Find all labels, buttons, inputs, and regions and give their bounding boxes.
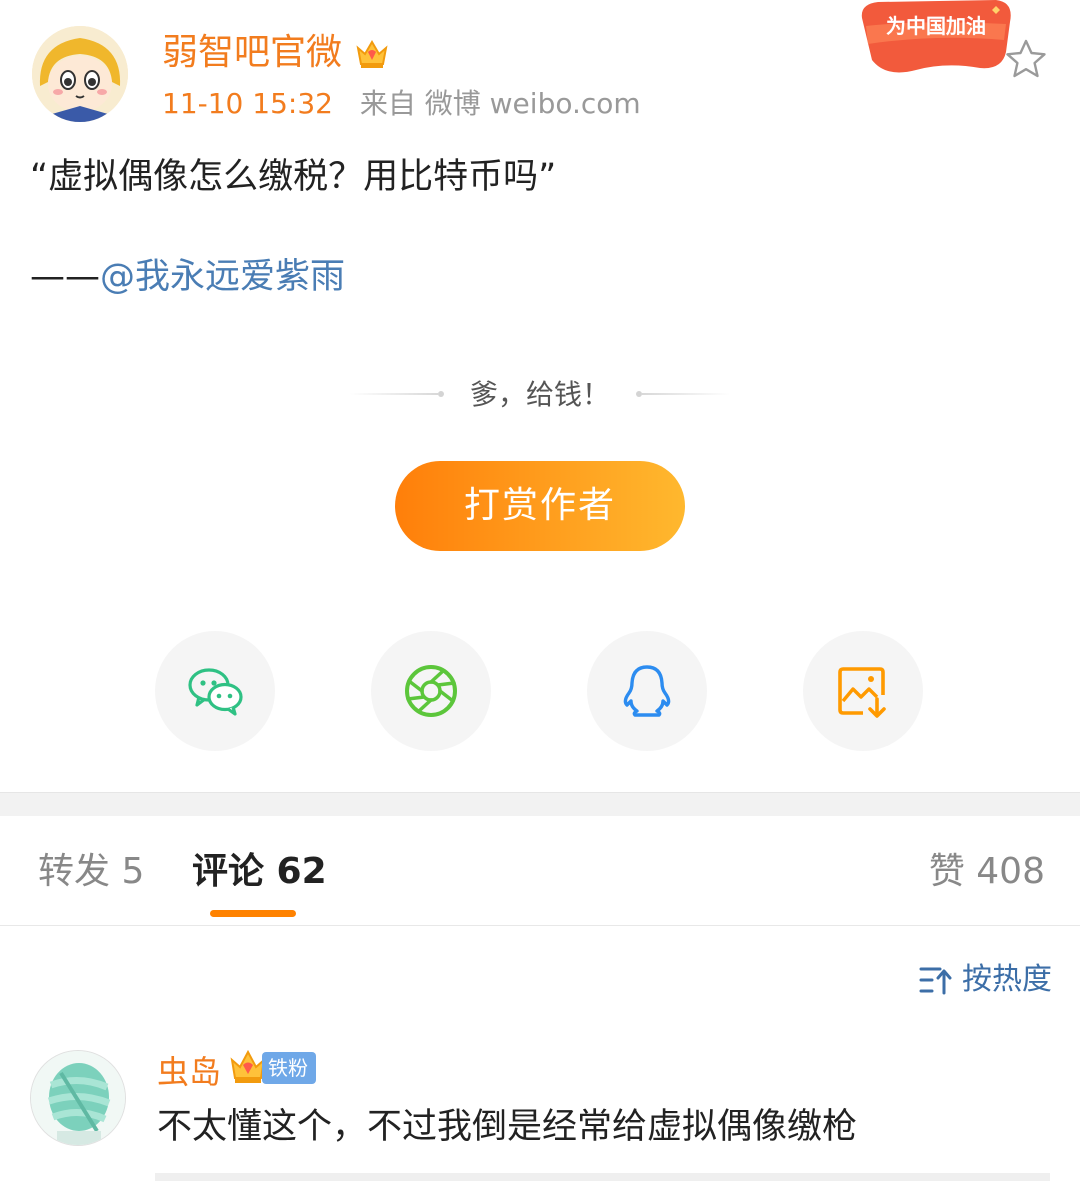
campaign-badge-label: 为中国加油	[886, 14, 986, 38]
section-separator	[0, 792, 1080, 816]
sort-label: 按热度	[962, 962, 1052, 997]
reward-author-button[interactable]: 打赏作者	[395, 461, 685, 551]
save-image-icon	[838, 667, 886, 718]
comment-item: 虫岛 铁粉 不太懂这个，不过我倒是经常给虚拟偶像缴枪	[0, 1040, 1080, 1181]
divider-line-right	[642, 393, 730, 395]
credit-dash: ——	[30, 257, 100, 297]
favorite-star-icon[interactable]	[1004, 38, 1048, 80]
author-name[interactable]: 弱智吧官微	[162, 30, 342, 76]
reward-slogan-divider: 爹，给钱！	[350, 370, 730, 420]
commenter-avatar[interactable]	[30, 1050, 126, 1146]
comment-reply-area	[155, 1173, 1050, 1181]
share-moments-button[interactable]	[371, 631, 491, 751]
post-source: 来自 微博 weibo.com	[359, 87, 641, 120]
wechat-icon	[188, 668, 243, 716]
tab-likes[interactable]: 赞 408	[929, 850, 1045, 894]
author-avatar[interactable]	[32, 26, 128, 122]
commenter-name[interactable]: 虫岛	[157, 1052, 221, 1092]
post-header: 弱智吧官微 11-10 15:32 来自 微博 weibo.com 为中国加油	[0, 0, 1080, 130]
tab-comments[interactable]: 评论 62	[192, 850, 327, 894]
save-image-button[interactable]	[803, 631, 923, 751]
comment-text: 不太懂这个，不过我倒是经常给虚拟偶像缴枪	[157, 1107, 858, 1147]
moments-aperture-icon	[405, 665, 457, 717]
reward-slogan: 爹，给钱！	[469, 378, 610, 411]
active-tab-indicator	[210, 910, 296, 917]
qq-penguin-icon	[623, 665, 671, 717]
share-qq-button[interactable]	[587, 631, 707, 751]
post-meta: 11-10 15:32 来自 微博 weibo.com	[162, 86, 641, 122]
mention-link[interactable]: @我永远爱紫雨	[100, 257, 345, 297]
share-wechat-button[interactable]	[155, 631, 275, 751]
post-text: “虚拟偶像怎么缴税？用比特币吗”	[30, 157, 557, 197]
fan-level-badge: 铁粉	[262, 1052, 316, 1084]
sort-icon	[919, 967, 952, 995]
tab-reposts[interactable]: 转发 5	[38, 850, 144, 894]
interaction-tabs: 转发 5 评论 62 赞 408	[0, 816, 1080, 926]
post-content: “虚拟偶像怎么缴税？用比特币吗” ——@我永远爱紫雨	[30, 150, 1050, 304]
crown-icon	[354, 36, 390, 70]
post-credit: ——@我永远爱紫雨	[30, 250, 1050, 304]
post-time: 11-10 15:32	[162, 87, 333, 120]
